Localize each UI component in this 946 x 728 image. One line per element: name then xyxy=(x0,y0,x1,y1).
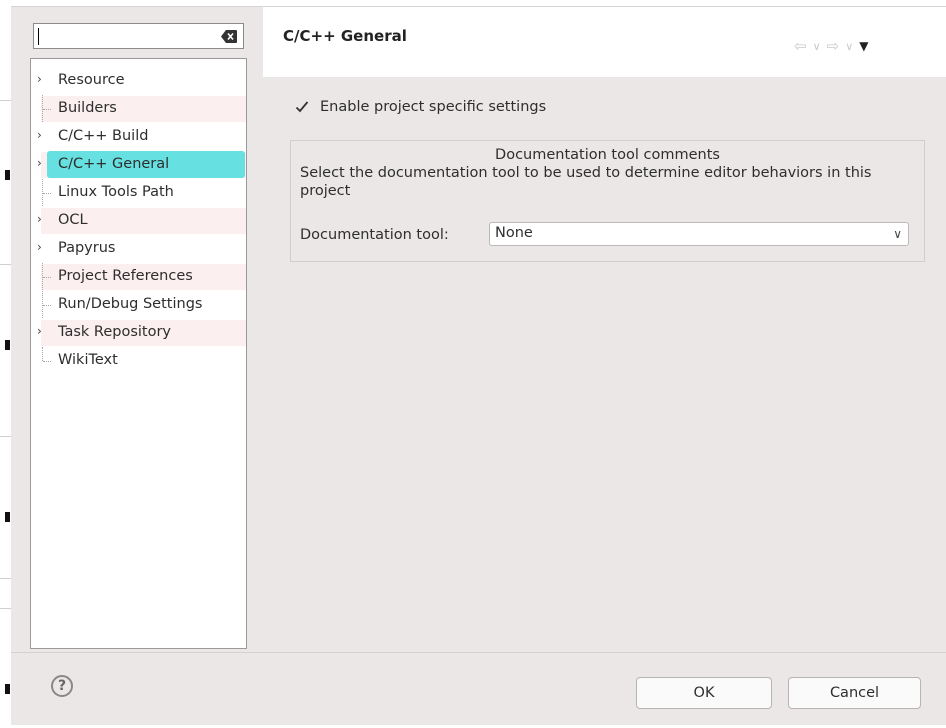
tree-connector xyxy=(43,305,51,307)
tree-item-label: OCL xyxy=(58,212,88,228)
tree-item[interactable]: › Resource xyxy=(31,67,246,94)
background-mark xyxy=(5,512,10,522)
tree-item-label: Resource xyxy=(58,72,125,88)
tree-item-label: WikiText xyxy=(58,352,118,368)
documentation-tool-label: Documentation tool: xyxy=(300,227,449,243)
background-mark xyxy=(5,340,10,350)
documentation-tool-value: None xyxy=(495,225,533,241)
tree-item[interactable]: › OCL xyxy=(31,207,246,234)
tree-item-label: Linux Tools Path xyxy=(58,184,174,200)
page-navigation: ⇦ ∨ ⇨ ∨ ▼ xyxy=(794,37,869,55)
ok-button[interactable]: OK xyxy=(636,677,772,709)
tree-item-label: Project References xyxy=(58,268,193,284)
expand-chevron-icon[interactable]: › xyxy=(37,128,47,142)
tree-item-label: Papyrus xyxy=(58,240,116,256)
expand-chevron-icon[interactable]: › xyxy=(37,212,47,226)
forward-menu-chevron-icon[interactable]: ∨ xyxy=(845,40,853,53)
tree-item[interactable]: › C/C++ Build xyxy=(31,123,246,150)
background-mark xyxy=(5,684,10,694)
back-arrow-icon[interactable]: ⇦ xyxy=(794,37,807,55)
documentation-group: Documentation tool comments Select the d… xyxy=(290,140,925,262)
tree-item[interactable]: › C/C++ General xyxy=(31,151,246,178)
tree-connector xyxy=(43,277,51,279)
text-caret xyxy=(38,28,39,45)
tree-item[interactable]: Builders xyxy=(31,95,246,122)
tree-item[interactable]: Run/Debug Settings xyxy=(31,291,246,318)
group-title: Documentation tool comments xyxy=(495,147,720,163)
tree-connector xyxy=(43,109,51,111)
expand-chevron-icon[interactable]: › xyxy=(37,240,47,254)
page-title: C/C++ General xyxy=(283,27,407,45)
tree-item[interactable]: › Papyrus xyxy=(31,235,246,262)
clear-text-icon[interactable] xyxy=(221,30,237,43)
tree-item[interactable]: › Task Repository xyxy=(31,319,246,346)
tree-item[interactable]: Linux Tools Path xyxy=(31,179,246,206)
filter-input[interactable] xyxy=(38,26,218,46)
group-description: Select the documentation tool to be used… xyxy=(300,165,872,199)
tree-item-label: C/C++ Build xyxy=(58,128,149,144)
tree-item[interactable]: WikiText xyxy=(31,347,246,374)
property-page-tree: › Resource Builders › C/C++ Build › C/C++ Gene… xyxy=(30,58,247,649)
cancel-button[interactable]: Cancel xyxy=(788,677,921,709)
tree-connector xyxy=(43,193,51,195)
view-menu-icon[interactable]: ▼ xyxy=(859,39,868,53)
tree-item-label: Task Repository xyxy=(58,324,172,340)
tree-connector xyxy=(42,347,44,361)
chevron-down-icon: ∨ xyxy=(893,227,902,241)
filter-box xyxy=(33,23,244,49)
enable-project-settings[interactable]: Enable project specific settings xyxy=(294,99,546,115)
expand-chevron-icon[interactable]: › xyxy=(37,156,47,170)
button-bar-divider xyxy=(11,652,946,653)
expand-chevron-icon[interactable]: › xyxy=(37,72,47,86)
tree-item-label: Run/Debug Settings xyxy=(58,296,203,312)
help-icon[interactable]: ? xyxy=(51,675,73,697)
back-menu-chevron-icon[interactable]: ∨ xyxy=(813,40,821,53)
tree-item[interactable]: Project References xyxy=(31,263,246,290)
tree-item-label: C/C++ General xyxy=(58,156,170,172)
tree-item-label: Builders xyxy=(58,100,117,116)
checkbox-icon[interactable] xyxy=(294,99,310,115)
expand-chevron-icon[interactable]: › xyxy=(37,324,47,338)
properties-dialog: › Resource Builders › C/C++ Build › C/C++ Gene… xyxy=(11,6,946,725)
forward-arrow-icon[interactable]: ⇨ xyxy=(827,37,840,55)
enable-settings-label: Enable project specific settings xyxy=(320,99,547,115)
background-mark xyxy=(5,170,10,180)
documentation-tool-select[interactable]: None ∨ xyxy=(489,222,909,246)
tree-connector xyxy=(43,361,51,363)
